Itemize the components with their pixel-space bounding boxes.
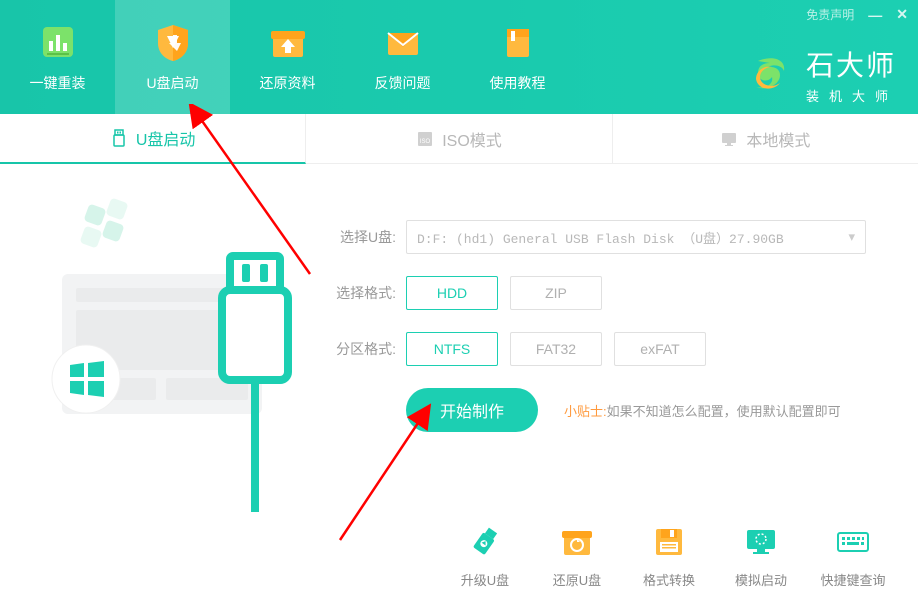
label-boot-format: 选择格式: xyxy=(316,283,396,303)
book-icon xyxy=(497,21,539,63)
row-select-usb: 选择U盘: D:F: (hd1) General USB Flash Disk … xyxy=(316,220,888,254)
header-bar: 免责声明 — ✕ 一键重装 U盘启动 还原资料 反馈问题 xyxy=(0,0,918,114)
main-nav: 一键重装 U盘启动 还原资料 反馈问题 使用教程 xyxy=(0,0,575,114)
box-restore-icon xyxy=(559,524,595,560)
nav-label: 反馈问题 xyxy=(375,73,431,93)
tool-hotkey-query[interactable]: 快捷键查询 xyxy=(818,524,888,589)
usb-select[interactable]: D:F: (hd1) General USB Flash Disk （U盘）27… xyxy=(406,220,866,254)
usb-up-icon xyxy=(467,524,503,560)
tab-iso-mode[interactable]: ISO ISO模式 xyxy=(306,114,612,164)
bottom-toolbar: 升级U盘 还原U盘 格式转换 模拟启动 快捷键查询 xyxy=(0,512,918,589)
bar-chart-icon xyxy=(37,21,79,63)
brand-text: 石大师 装机大师 xyxy=(806,44,898,105)
tab-label: 本地模式 xyxy=(746,127,810,151)
tool-label: 格式转换 xyxy=(643,570,695,589)
nav-tutorial[interactable]: 使用教程 xyxy=(460,0,575,114)
nav-label: 一键重装 xyxy=(30,73,86,93)
box-up-icon xyxy=(267,21,309,63)
brand-subtitle: 装机大师 xyxy=(806,86,898,105)
nav-restore[interactable]: 还原资料 xyxy=(230,0,345,114)
tab-usb-boot[interactable]: U盘启动 xyxy=(0,114,306,164)
brand: 石大师 装机大师 xyxy=(746,44,898,105)
iso-icon: ISO xyxy=(416,130,434,148)
tool-upgrade-usb[interactable]: 升级U盘 xyxy=(450,524,520,589)
tool-simulate-boot[interactable]: 模拟启动 xyxy=(726,524,796,589)
opt-fat32[interactable]: FAT32 xyxy=(510,332,602,366)
nav-reinstall[interactable]: 一键重装 xyxy=(0,0,115,114)
label-partition-format: 分区格式: xyxy=(316,339,396,359)
tool-label: 快捷键查询 xyxy=(820,570,885,589)
tool-label: 升级U盘 xyxy=(461,570,509,589)
brand-logo-icon xyxy=(746,51,794,99)
usb-select-value: D:F: (hd1) General USB Flash Disk （U盘）27… xyxy=(417,228,784,247)
opt-exfat[interactable]: exFAT xyxy=(614,332,706,366)
tab-local-mode[interactable]: 本地模式 xyxy=(613,114,918,164)
form-area: 选择U盘: D:F: (hd1) General USB Flash Disk … xyxy=(316,164,918,512)
usb-illustration-icon xyxy=(0,164,316,512)
minimize-button[interactable]: — xyxy=(868,7,882,23)
label-select-usb: 选择U盘: xyxy=(316,227,396,247)
close-button[interactable]: ✕ xyxy=(896,6,908,23)
tip-body: 如果不知道怎么配置，使用默认配置即可 xyxy=(607,404,841,419)
window-controls: 免责声明 — ✕ xyxy=(806,6,908,23)
nav-label: U盘启动 xyxy=(146,73,198,93)
nav-label: 使用教程 xyxy=(490,73,546,93)
monitor-icon xyxy=(720,130,738,148)
floppy-icon xyxy=(651,524,687,560)
monitor-boot-icon xyxy=(743,524,779,560)
start-button[interactable]: 开始制作 xyxy=(406,388,538,432)
tool-label: 模拟启动 xyxy=(735,570,787,589)
nav-feedback[interactable]: 反馈问题 xyxy=(345,0,460,114)
opt-hdd[interactable]: HDD xyxy=(406,276,498,310)
shield-usb-icon xyxy=(152,21,194,63)
nav-usb-boot[interactable]: U盘启动 xyxy=(115,0,230,114)
disclaimer-link[interactable]: 免责声明 xyxy=(806,6,854,23)
keyboard-icon xyxy=(835,524,871,560)
tab-label: U盘启动 xyxy=(136,126,196,150)
tab-label: ISO模式 xyxy=(442,127,502,151)
envelope-icon xyxy=(382,21,424,63)
nav-label: 还原资料 xyxy=(260,73,316,93)
brand-title: 石大师 xyxy=(806,44,898,84)
tool-restore-usb[interactable]: 还原U盘 xyxy=(542,524,612,589)
svg-text:ISO: ISO xyxy=(420,139,431,145)
tip-prefix: 小贴士: xyxy=(564,404,607,419)
usb-icon xyxy=(110,129,128,147)
tip-text: 小贴士:如果不知道怎么配置，使用默认配置即可 xyxy=(564,401,841,420)
row-partition-format: 分区格式: NTFS FAT32 exFAT xyxy=(316,332,888,366)
action-row: 开始制作 小贴士:如果不知道怎么配置，使用默认配置即可 xyxy=(316,388,888,432)
sub-tabs: U盘启动 ISO ISO模式 本地模式 xyxy=(0,114,918,164)
chevron-down-icon: ▾ xyxy=(848,230,855,245)
tool-label: 还原U盘 xyxy=(553,570,601,589)
tool-format-convert[interactable]: 格式转换 xyxy=(634,524,704,589)
illustration-panel xyxy=(0,164,316,512)
opt-ntfs[interactable]: NTFS xyxy=(406,332,498,366)
row-boot-format: 选择格式: HDD ZIP xyxy=(316,276,888,310)
main-content: 选择U盘: D:F: (hd1) General USB Flash Disk … xyxy=(0,164,918,512)
opt-zip[interactable]: ZIP xyxy=(510,276,602,310)
